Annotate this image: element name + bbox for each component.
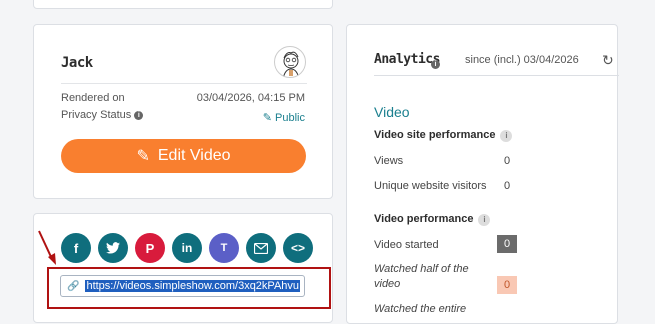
annotation-highlight <box>47 267 331 309</box>
rendered-value: 03/04/2026, 04:15 PM <box>196 92 305 104</box>
info-icon[interactable]: i <box>478 214 491 226</box>
views-label: Views <box>374 155 404 167</box>
teams-icon[interactable]: T <box>209 233 239 263</box>
email-icon[interactable] <box>246 233 276 263</box>
facebook-icon[interactable]: f <box>61 233 91 263</box>
video-info-card: Jack Rendered on 03/04/2026, 04:15 PM Pr… <box>33 24 333 199</box>
pencil-icon: ✎ <box>136 148 150 165</box>
edit-video-label: Edit Video <box>157 147 231 164</box>
visitors-label: Unique website visitors <box>374 180 487 192</box>
previous-card <box>33 0 333 9</box>
analytics-card: Analytics i since (incl.) 03/04/2026 ↻ V… <box>346 24 619 324</box>
site-performance-heading: Video site performance i <box>374 129 513 142</box>
embed-icon[interactable]: <> <box>283 233 313 263</box>
info-icon[interactable]: i <box>500 130 513 142</box>
privacy-status-value[interactable]: ✎ Public <box>263 111 305 124</box>
user-name: Jack <box>61 55 93 71</box>
section-title-video: Video <box>374 104 410 120</box>
divider <box>61 83 307 84</box>
started-value: 0 <box>497 235 517 253</box>
previous-card-right <box>346 0 618 9</box>
pencil-icon: ✎ <box>262 112 272 124</box>
privacy-label-text: Privacy Status <box>61 109 132 121</box>
pinterest-icon[interactable]: P <box>135 233 165 263</box>
twitter-icon[interactable] <box>98 233 128 263</box>
half-label: Watched half of the video <box>374 262 469 292</box>
half-label-line1: Watched half of the <box>374 263 469 275</box>
divider <box>374 75 619 76</box>
info-icon[interactable]: i <box>134 111 144 120</box>
half-label-line2: video <box>374 278 401 290</box>
half-value: 0 <box>497 276 517 294</box>
video-performance-heading: Video performance i <box>374 213 491 226</box>
annotation-arrow-icon <box>38 230 56 265</box>
analytics-info[interactable]: i <box>431 54 440 72</box>
video-performance-title: Video performance <box>374 213 474 225</box>
share-buttons: f P in T <> <box>61 233 313 263</box>
site-performance-title: Video site performance <box>374 129 496 141</box>
visitors-value: 0 <box>504 180 511 192</box>
views-value: 0 <box>504 155 511 167</box>
started-label: Video started <box>374 239 439 251</box>
info-icon: i <box>431 60 440 69</box>
analytics-since: since (incl.) 03/04/2026 <box>465 54 579 66</box>
entire-label: Watched the entire <box>374 303 467 315</box>
refresh-icon[interactable]: ↻ <box>602 52 614 69</box>
avatar <box>274 46 306 78</box>
rendered-label: Rendered on <box>61 92 125 104</box>
privacy-value-text: Public <box>275 112 305 124</box>
privacy-status-label: Privacy Status i <box>61 109 144 121</box>
edit-video-button[interactable]: ✎ Edit Video <box>61 139 306 173</box>
linkedin-icon[interactable]: in <box>172 233 202 263</box>
